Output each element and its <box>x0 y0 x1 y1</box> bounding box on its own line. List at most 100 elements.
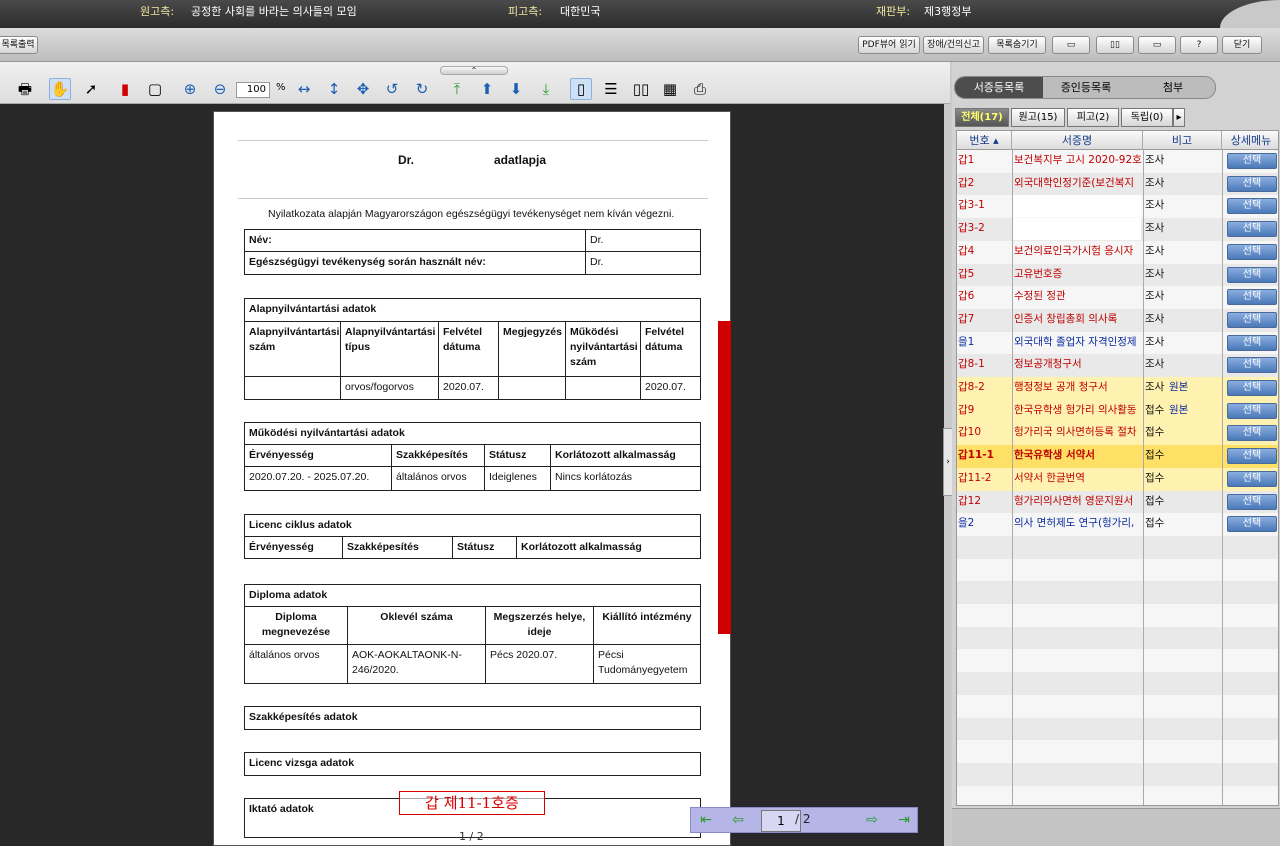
table-row[interactable]: 갑1 보건복지부 고시 2020-92호 조사 선택 <box>957 150 1278 173</box>
select-arrow-icon[interactable]: ➚ <box>80 78 102 100</box>
table-row[interactable]: 갑12 헝가리의사면허 영문지원서 접수 선택 <box>957 490 1278 514</box>
select-button[interactable]: 선택 <box>1227 266 1277 283</box>
main-tabs: 서증등목록 증인등목록 첨부 <box>954 76 1216 99</box>
table-row[interactable]: 갑11-2 서약서 한글번역 접수 선택 <box>957 467 1278 491</box>
row-number: 갑11-1 <box>958 449 994 462</box>
next-page-icon[interactable]: ⬇ <box>505 78 527 100</box>
filter-independent[interactable]: 독립(0) <box>1121 108 1173 127</box>
table-row <box>957 649 1278 673</box>
table-row[interactable]: 을1 외국대학 졸업자 자격인정제 조사 선택 <box>957 331 1278 356</box>
select-button[interactable]: 선택 <box>1227 221 1277 238</box>
court-label: 재판부: <box>876 5 911 18</box>
evidence-list: 번호 ▴ 서증명 비고 상세메뉴 갑1 보건복지부 고시 2020-92호 조사 선택… <box>956 130 1279 806</box>
row-note: 조사 <box>1145 267 1165 280</box>
export-icon[interactable]: ⎙ <box>689 78 711 100</box>
close-button[interactable]: 닫기 <box>1222 36 1262 54</box>
col-number[interactable]: 번호 ▴ <box>957 131 1012 150</box>
select-button[interactable]: 선택 <box>1227 289 1277 306</box>
table-row[interactable]: 갑10 헝가리국 의사면허등록 절차 접수 선택 <box>957 422 1278 446</box>
tab-witness-list[interactable]: 증인등목록 <box>1043 77 1129 98</box>
prev-page-icon[interactable]: ⬆ <box>476 78 498 100</box>
redacted-block <box>1013 195 1141 218</box>
table-row[interactable]: 갑11-1 한국유학생 서약서 접수 선택 <box>957 445 1278 469</box>
hand-tool-icon[interactable]: ✋ <box>49 78 71 100</box>
page-current: 1 <box>777 814 785 828</box>
first-page-icon[interactable]: ⤒ <box>446 78 468 100</box>
table-row[interactable]: 을2 의사 면허제도 연구(헝가리, 접수 선택 <box>957 513 1278 537</box>
select-button[interactable]: 선택 <box>1227 311 1277 328</box>
zoom-input[interactable]: 100 <box>236 82 270 98</box>
redacted-block <box>1013 218 1141 241</box>
tab-documentary-evidence[interactable]: 서증등목록 <box>955 77 1043 98</box>
report-button[interactable]: 장애/건의신고 <box>923 36 984 54</box>
row-number: 을2 <box>958 517 975 530</box>
single-view-icon[interactable]: ▭ <box>1052 36 1090 54</box>
filter-plaintiff[interactable]: 원고(15) <box>1011 108 1065 127</box>
nav-next-icon[interactable]: ⇨ <box>861 810 883 830</box>
tab-attachments[interactable]: 첨부 <box>1129 77 1215 98</box>
continuous-icon[interactable]: ☰ <box>600 78 622 100</box>
table-row[interactable]: 갑3-1 조사 선택 <box>957 195 1278 219</box>
select-button[interactable]: 선택 <box>1227 357 1277 374</box>
select-button[interactable]: 선택 <box>1227 448 1277 465</box>
monitor-icon[interactable]: ▭ <box>1138 36 1176 54</box>
select-button[interactable]: 선택 <box>1227 402 1277 419</box>
fit-page-icon[interactable]: ✥ <box>352 78 374 100</box>
used-name-value: Dr. <box>585 251 701 275</box>
table-row[interactable]: 갑4 보건의료인국가시험 응시자 조사 선택 <box>957 240 1278 264</box>
select-button[interactable]: 선택 <box>1227 425 1277 442</box>
title-rule <box>238 198 708 199</box>
select-button[interactable]: 선택 <box>1227 175 1277 192</box>
toolbar-collapse-grip[interactable]: ⌃ <box>440 66 508 75</box>
bookmark-icon[interactable]: ▮ <box>114 78 136 100</box>
select-button[interactable]: 선택 <box>1227 380 1277 396</box>
snapshot-icon[interactable]: ▢ <box>144 78 166 100</box>
single-page-icon[interactable]: ▯ <box>570 78 592 100</box>
table-row[interactable]: 갑6 수정된 정관 조사 선택 <box>957 286 1278 310</box>
select-button[interactable]: 선택 <box>1227 243 1277 260</box>
nav-prev-icon[interactable]: ⇦ <box>727 810 749 830</box>
table-row[interactable]: 갑7 인증서 창립총회 의사록 조사 선택 <box>957 308 1278 332</box>
table-row[interactable]: 갑9 한국유학생 헝가리 의사활동 접수 원본 선택 <box>957 399 1278 423</box>
table-row[interactable]: 갑8-1 정보공개청구서 조사 선택 <box>957 354 1278 378</box>
nav-last-icon[interactable]: ⇥ <box>893 810 915 830</box>
hide-list-button[interactable]: 목록숨기기 <box>988 36 1046 54</box>
col-note[interactable]: 비고 <box>1143 131 1222 150</box>
print-icon[interactable]: 🖶 <box>14 78 36 100</box>
pdf-viewer-button[interactable]: PDF뷰어 읽기 <box>858 36 920 54</box>
filter-all[interactable]: 전체(17) <box>955 108 1009 127</box>
fit-height-icon[interactable]: ↕ <box>323 78 345 100</box>
select-button[interactable]: 선택 <box>1227 198 1277 215</box>
double-view-icon[interactable]: ▯▯ <box>1096 36 1134 54</box>
operating-cell: Ideiglenes <box>484 466 551 491</box>
print-list-button[interactable]: 목록출력 <box>0 36 38 54</box>
grid-icon[interactable]: ▦ <box>659 78 681 100</box>
row-note: 접수 <box>1145 449 1165 462</box>
select-button[interactable]: 선택 <box>1227 493 1277 510</box>
help-icon[interactable]: ? <box>1180 36 1218 54</box>
filter-defendant[interactable]: 피고(2) <box>1067 108 1119 127</box>
select-button[interactable]: 선택 <box>1227 334 1277 351</box>
zoom-out-icon[interactable]: ⊖ <box>209 78 231 100</box>
nav-first-icon[interactable]: ⇤ <box>695 810 717 830</box>
table-row[interactable]: 갑5 고유번호증 조사 선택 <box>957 263 1278 287</box>
row-title: 보건의료인국가시험 응시자 <box>1014 244 1134 257</box>
zoom-in-icon[interactable]: ⊕ <box>179 78 201 100</box>
court-name: 제3행정부 <box>924 5 972 18</box>
col-detail-menu[interactable]: 상세메뉴 <box>1222 131 1278 150</box>
table-row[interactable]: 갑3-2 조사 선택 <box>957 218 1278 242</box>
table-row[interactable]: 갑8-2 행정정보 공개 청구서 조사 원본 선택 <box>957 377 1278 400</box>
rotate-left-icon[interactable]: ↺ <box>381 78 403 100</box>
specialty-title: Szakképesítés adatok <box>244 706 701 730</box>
filter-scroll-right-icon[interactable]: ▸ <box>1173 108 1185 127</box>
rotate-right-icon[interactable]: ↻ <box>411 78 433 100</box>
col-name[interactable]: 서증명 <box>1012 131 1143 150</box>
facing-icon[interactable]: ▯▯ <box>630 78 652 100</box>
select-button[interactable]: 선택 <box>1227 153 1277 169</box>
last-page-icon[interactable]: ⤓ <box>535 78 557 100</box>
select-button[interactable]: 선택 <box>1227 470 1277 487</box>
row-note: 조사 <box>1145 244 1165 257</box>
table-row[interactable]: 갑2 외국대학인정기준(보건복지 조사 선택 <box>957 172 1278 196</box>
select-button[interactable]: 선택 <box>1227 516 1277 533</box>
fit-width-icon[interactable]: ↔ <box>293 78 315 100</box>
